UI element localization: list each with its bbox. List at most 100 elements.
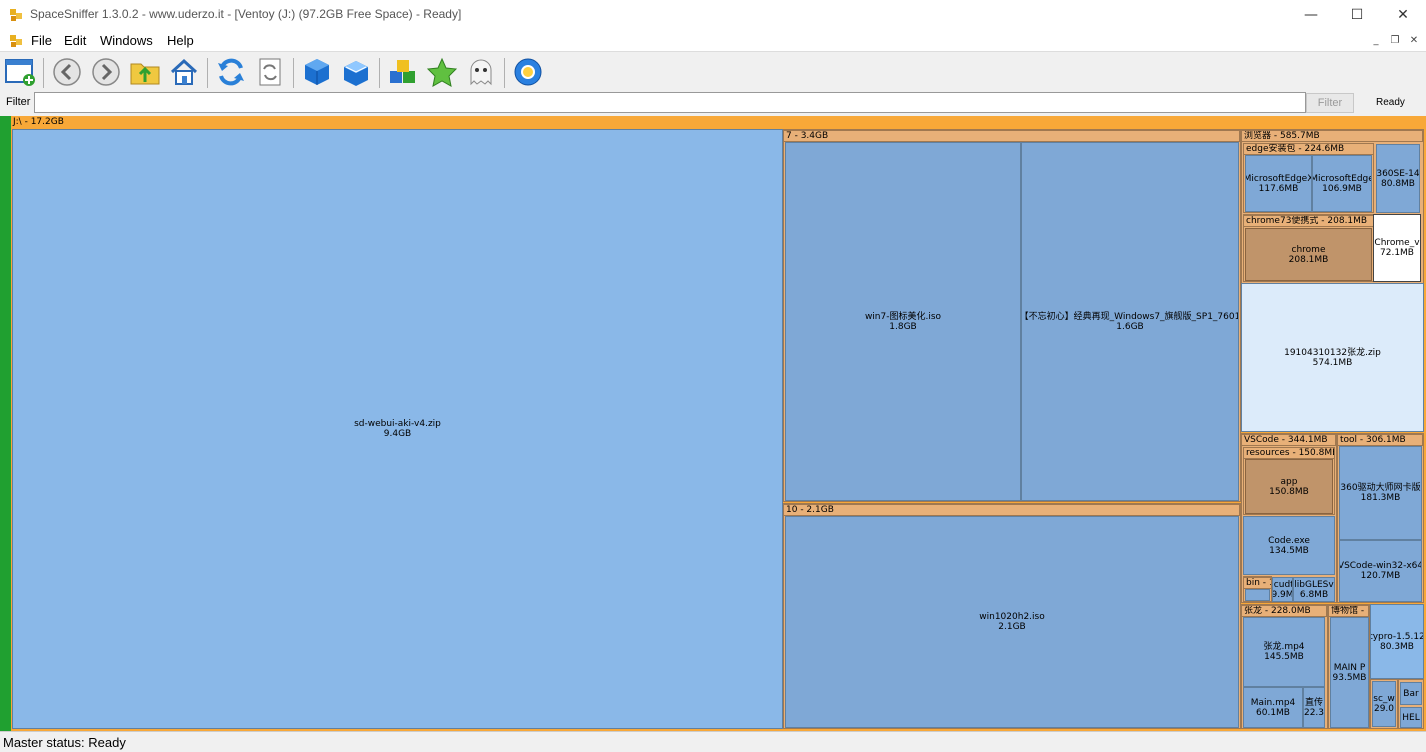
forward-icon[interactable]: [90, 56, 122, 88]
tile-size: 2.1GB: [998, 622, 1026, 632]
back-icon[interactable]: [51, 56, 83, 88]
tile-name: app: [1280, 476, 1298, 487]
tile-size: 80.3MB: [1380, 641, 1414, 652]
tile-size: 60.1MB: [1256, 707, 1290, 718]
tile-vscode-win32[interactable]: VSCode-win32-x64 120.7MB: [1339, 540, 1422, 602]
tile-name: 张龙.mp4: [1263, 642, 1305, 652]
folder-vscode-header[interactable]: VSCode - 344.1MB: [1241, 434, 1336, 446]
tile-bin-file[interactable]: [1245, 589, 1270, 601]
tile-app[interactable]: app 150.8MB: [1245, 459, 1333, 514]
tile-name: icudt: [1272, 579, 1293, 590]
folder-chrome73-header[interactable]: chrome73便携式 - 208.1MB: [1243, 215, 1374, 227]
tile-win7-iso[interactable]: win7-图标美化.iso 1.8GB: [785, 142, 1021, 501]
tile-zhichuan[interactable]: 直传 22.3: [1303, 687, 1325, 728]
folder-10-header[interactable]: 10 - 2.1GB: [783, 504, 1240, 516]
tile-bar[interactable]: Bar: [1400, 682, 1422, 705]
tile-code-exe[interactable]: Code.exe 134.5MB: [1243, 516, 1335, 575]
new-view-icon[interactable]: [4, 56, 36, 88]
mdi-minimize-button[interactable]: _: [1368, 34, 1384, 48]
menu-windows[interactable]: Windows: [100, 33, 153, 48]
toolbar: [0, 52, 1426, 92]
home-icon[interactable]: [168, 56, 200, 88]
tile-name: sd-webui-aki-v4.zip: [354, 419, 441, 429]
refresh-all-icon[interactable]: [254, 56, 286, 88]
tile-size: 181.3MB: [1360, 493, 1401, 503]
tile-edge-x[interactable]: MicrosoftEdgeX 117.6MB: [1245, 155, 1312, 212]
tile-name: win1020h2.iso: [979, 612, 1045, 622]
tile-name: Code.exe: [1268, 535, 1310, 546]
tile-size: 6.8MB: [1299, 589, 1329, 600]
menu-edit[interactable]: Edit: [64, 33, 86, 48]
tile-name: 19104310132张龙.zip: [1284, 347, 1381, 358]
tile-name: MicrosoftEdge: [1312, 173, 1372, 184]
status-text: Master status: Ready: [3, 735, 126, 750]
tile-360se[interactable]: 360SE-14 80.8MB: [1376, 144, 1420, 213]
filter-button[interactable]: Filter: [1306, 93, 1354, 113]
tile-zhanglong-zip[interactable]: 19104310132张龙.zip 574.1MB: [1241, 283, 1424, 432]
app-icon: [10, 9, 22, 21]
mdi-restore-button[interactable]: ❐: [1387, 34, 1403, 48]
tile-win10-iso[interactable]: win1020h2.iso 2.1GB: [785, 516, 1239, 728]
tile-360-driver[interactable]: 360驱动大师网卡版 181.3MB: [1339, 446, 1422, 540]
tile-size: 1.8GB: [889, 321, 917, 332]
tile-sd-webui[interactable]: sd-webui-aki-v4.zip 9.4GB: [12, 129, 783, 729]
tile-name: Main.mp4: [1250, 697, 1296, 708]
menu-help[interactable]: Help: [167, 33, 194, 48]
folder-edge-header[interactable]: edge安装包 - 224.6MB: [1243, 143, 1374, 155]
cubes-icon[interactable]: [387, 56, 419, 88]
blue-cube-icon[interactable]: [301, 56, 333, 88]
folder-bin-header[interactable]: bin - 1: [1243, 577, 1272, 589]
maximize-button[interactable]: ☐: [1334, 0, 1380, 30]
filter-status: Ready: [1376, 97, 1405, 108]
tile-icudt[interactable]: icudt 9.9M: [1272, 577, 1293, 602]
tile-size: 93.5MB: [1332, 672, 1367, 683]
ghost-icon[interactable]: [465, 56, 497, 88]
tile-name: HEL: [1402, 712, 1420, 723]
tile-size: 9.9M: [1272, 589, 1293, 600]
tile-sc[interactable]: sc_w 29.0: [1372, 681, 1396, 727]
tile-name: chrome: [1291, 244, 1326, 255]
refresh-icon[interactable]: [215, 56, 247, 88]
tile-size: 134.5MB: [1269, 545, 1309, 556]
tile-name: MicrosoftEdgeX: [1245, 173, 1312, 184]
tile-size: 80.8MB: [1381, 178, 1415, 189]
tile-size: 106.9MB: [1322, 183, 1362, 194]
tile-name: Chrome_v: [1374, 238, 1420, 248]
tile-typro[interactable]: typro-1.5.12 80.3MB: [1370, 604, 1424, 679]
folder-resources-header[interactable]: resources - 150.8MB: [1243, 447, 1335, 459]
filter-input[interactable]: [34, 92, 1306, 113]
tile-size: 117.6MB: [1258, 183, 1299, 194]
tile-main-p[interactable]: MAIN P 93.5MB: [1330, 617, 1369, 728]
minimize-button[interactable]: —: [1288, 0, 1334, 30]
close-button[interactable]: ✕: [1380, 0, 1426, 30]
folder-bowuguan-header[interactable]: 博物馆 - 1: [1328, 605, 1369, 617]
folder-browser-header[interactable]: 浏览器 - 585.7MB: [1241, 130, 1423, 142]
mdi-close-button[interactable]: ✕: [1406, 34, 1422, 48]
tile-size: 1.6GB: [1116, 321, 1144, 332]
tile-size: 208.1MB: [1288, 254, 1329, 265]
status-bar: [0, 731, 1426, 752]
tile-main-mp4[interactable]: Main.mp4 60.1MB: [1243, 687, 1303, 728]
folder-7-header[interactable]: 7 - 3.4GB: [783, 130, 1240, 142]
menu-file[interactable]: File: [31, 33, 52, 48]
star-icon[interactable]: [426, 56, 458, 88]
mdi-app-icon: [10, 35, 22, 47]
folder-tool-header[interactable]: tool - 306.1MB: [1337, 434, 1423, 446]
tile-name: 直传: [1304, 697, 1323, 708]
tile-size: 72.1MB: [1380, 248, 1414, 258]
tile-size: 29.0: [1373, 704, 1395, 714]
tile-libgles[interactable]: libGLESv 6.8MB: [1293, 577, 1335, 602]
settings-icon[interactable]: [512, 56, 544, 88]
tile-zhanglong-mp4[interactable]: 张龙.mp4 145.5MB: [1243, 617, 1325, 687]
up-folder-icon[interactable]: [129, 56, 161, 88]
root-header[interactable]: J:\ - 17.2GB: [11, 117, 1425, 128]
blue-cube-open-icon[interactable]: [340, 56, 372, 88]
tile-name: 360驱动大师网卡版: [1340, 483, 1421, 493]
folder-zhanglong-header[interactable]: 张龙 - 228.0MB: [1241, 605, 1327, 617]
tile-chrome[interactable]: chrome 208.1MB: [1245, 228, 1372, 281]
tile-edge[interactable]: MicrosoftEdge 106.9MB: [1312, 155, 1372, 212]
tile-chrome-v[interactable]: Chrome_v 72.1MB: [1373, 214, 1421, 282]
tile-name: 360SE-14: [1376, 168, 1420, 179]
tile-windows7-sp1[interactable]: 【不忘初心】经典再现_Windows7_旗舰版_SP1_7601 1.6GB: [1021, 142, 1239, 501]
tile-help[interactable]: HEL: [1400, 707, 1422, 728]
